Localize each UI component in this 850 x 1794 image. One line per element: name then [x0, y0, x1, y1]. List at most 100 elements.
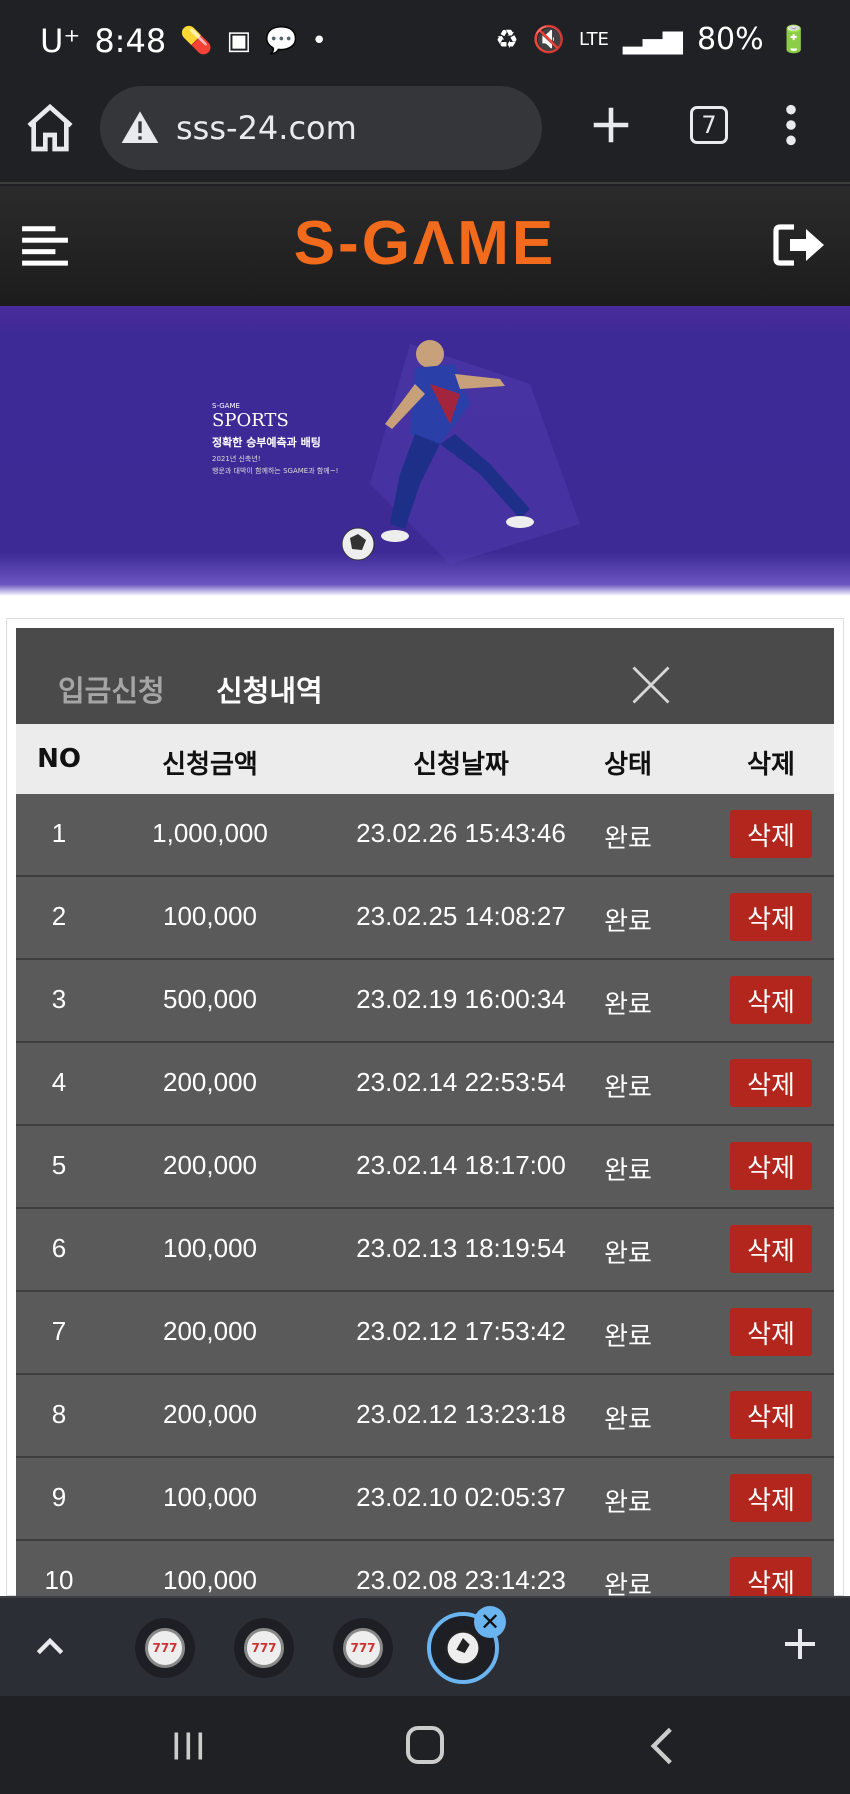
status-bar: U⁺ 8:48 💊 ▣ 💬 • ♻ 🔇 LTE ▂▄▆ 80% 🔋 [0, 0, 850, 80]
sports-banner[interactable]: S-GAME SPORTS 정확한 승부예측과 배팅 2021년 신축년! 행운… [0, 306, 850, 596]
clock: 8:48 [94, 22, 167, 60]
banner-tagline: 정확한 승부예측과 배팅 [212, 436, 321, 449]
status-left: U⁺ 8:48 💊 ▣ 💬 • [40, 22, 327, 60]
row-date: 23.02.12 13:23:18 [356, 1399, 566, 1429]
row-amount: 100,000 [163, 1565, 257, 1595]
home-nav-icon[interactable] [406, 1726, 444, 1764]
row-amount: 200,000 [163, 1067, 257, 1097]
delete-button[interactable]: 삭제 [730, 1308, 812, 1356]
row-date: 23.02.26 15:43:46 [356, 818, 566, 848]
row-no: 10 [44, 1565, 74, 1595]
row-date: 23.02.08 23:14:23 [356, 1565, 566, 1595]
tab-request-history[interactable]: 신청내역 [216, 668, 323, 710]
slot-machine-icon: 777 [244, 1628, 284, 1668]
delete-button[interactable]: 삭제 [730, 976, 812, 1024]
row-status: 완료 [604, 823, 652, 853]
banner-brand: S-GAME [212, 402, 240, 410]
column-header-no: NO [37, 744, 81, 774]
tab-deposit-request[interactable]: 입금신청 [58, 668, 165, 710]
row-no: 1 [51, 818, 67, 848]
logout-icon[interactable] [772, 220, 828, 270]
row-no: 6 [51, 1233, 67, 1263]
add-tab-icon[interactable] [780, 1624, 820, 1664]
carrier-label: U⁺ [40, 22, 81, 60]
back-icon[interactable] [648, 1726, 676, 1766]
column-header-status: 상태 [604, 750, 652, 780]
row-amount: 100,000 [163, 901, 257, 931]
tab-thumbnail[interactable]: 777 [135, 1618, 195, 1678]
delete-button[interactable]: 삭제 [730, 1142, 812, 1190]
row-amount: 200,000 [163, 1150, 257, 1180]
status-right: ♻ 🔇 LTE ▂▄▆ 80% 🔋 [495, 22, 810, 57]
warning-icon[interactable] [120, 108, 160, 148]
close-tab-icon[interactable]: ✕ [474, 1606, 506, 1638]
row-status: 완료 [604, 1404, 652, 1434]
table-row: 4 200,000 23.02.14 22:53:54 완료 삭제 [16, 1043, 834, 1126]
row-status: 완료 [604, 1072, 652, 1102]
delete-button[interactable]: 삭제 [730, 810, 812, 858]
talk-icon: 💬 [265, 26, 298, 56]
site-logo[interactable]: S-GΛME [0, 208, 850, 279]
banner-subtext-1: 2021년 신축년! [212, 455, 261, 463]
banner-subtext-2: 행운과 대박이 함께하는 SGAME과 함께~! [212, 467, 339, 475]
table-row: 6 100,000 23.02.13 18:19:54 완료 삭제 [16, 1209, 834, 1292]
home-icon[interactable] [22, 100, 78, 156]
ball-icon [445, 1630, 481, 1666]
mute-icon: 🔇 [532, 24, 566, 55]
url-text[interactable]: sss-24.com [176, 109, 357, 147]
delete-button[interactable]: 삭제 [730, 1391, 812, 1439]
row-date: 23.02.10 02:05:37 [356, 1482, 566, 1512]
delete-button[interactable]: 삭제 [730, 1059, 812, 1107]
row-amount: 100,000 [163, 1482, 257, 1512]
tab-group-strip: 777 777 777 ✕ [0, 1596, 850, 1696]
delete-button[interactable]: 삭제 [730, 893, 812, 941]
column-header-delete: 삭제 [747, 750, 795, 780]
chevron-up-icon[interactable] [30, 1626, 70, 1666]
delete-button[interactable]: 삭제 [730, 1225, 812, 1273]
recycle-icon: ♻ [495, 24, 519, 55]
row-status: 완료 [604, 1238, 652, 1268]
table-row: 5 200,000 23.02.14 18:17:00 완료 삭제 [16, 1126, 834, 1209]
tab-switcher-button[interactable]: 7 [690, 106, 728, 144]
address-bar[interactable]: sss-24.com [100, 86, 542, 170]
row-status: 완료 [604, 1321, 652, 1351]
system-nav-bar [0, 1696, 850, 1794]
row-amount: 100,000 [163, 1233, 257, 1263]
table-row: 7 200,000 23.02.12 17:53:42 완료 삭제 [16, 1292, 834, 1375]
pill-icon: 💊 [180, 26, 213, 56]
slot-machine-icon: 777 [145, 1628, 185, 1668]
recent-apps-icon[interactable] [168, 1728, 208, 1764]
battery-level: 80% [696, 22, 764, 57]
battery-icon: 🔋 [777, 24, 810, 55]
row-date: 23.02.12 17:53:42 [356, 1316, 566, 1346]
column-header-date: 신청날짜 [413, 750, 509, 780]
row-no: 4 [51, 1067, 67, 1097]
content-area: 입금신청 신청내역 NO 신청금액 신청날짜 상태 삭제 1 1,000,000… [0, 596, 850, 1624]
row-date: 23.02.25 14:08:27 [356, 901, 566, 931]
row-status: 완료 [604, 1487, 652, 1517]
delete-button[interactable]: 삭제 [730, 1474, 812, 1522]
soccer-player-illustration [341, 340, 580, 564]
tab-thumbnail[interactable]: 777 [333, 1618, 393, 1678]
row-no: 3 [51, 984, 67, 1014]
signal-icon: ▂▄▆ [622, 24, 683, 55]
table-header: NO 신청금액 신청날짜 상태 삭제 [16, 724, 834, 794]
close-icon[interactable] [630, 664, 672, 706]
tab-thumbnail[interactable]: 777 [234, 1618, 294, 1678]
network-label: LTE [579, 29, 609, 50]
row-date: 23.02.13 18:19:54 [356, 1233, 566, 1263]
row-status: 완료 [604, 906, 652, 936]
table-row: 2 100,000 23.02.25 14:08:27 완료 삭제 [16, 877, 834, 960]
table-row: 3 500,000 23.02.19 16:00:34 완료 삭제 [16, 960, 834, 1043]
more-options-icon[interactable] [776, 102, 806, 148]
table-row: 8 200,000 23.02.12 13:23:18 완료 삭제 [16, 1375, 834, 1458]
row-date: 23.02.14 22:53:54 [356, 1067, 566, 1097]
row-status: 완료 [604, 989, 652, 1019]
new-tab-icon[interactable] [588, 102, 634, 148]
table-row: 1 1,000,000 23.02.26 15:43:46 완료 삭제 [16, 794, 834, 877]
row-no: 5 [51, 1150, 67, 1180]
panel-header: 입금신청 신청내역 [16, 628, 834, 724]
table-row: 9 100,000 23.02.10 02:05:37 완료 삭제 [16, 1458, 834, 1541]
image-icon: ▣ [226, 26, 252, 56]
row-date: 23.02.14 18:17:00 [356, 1150, 566, 1180]
